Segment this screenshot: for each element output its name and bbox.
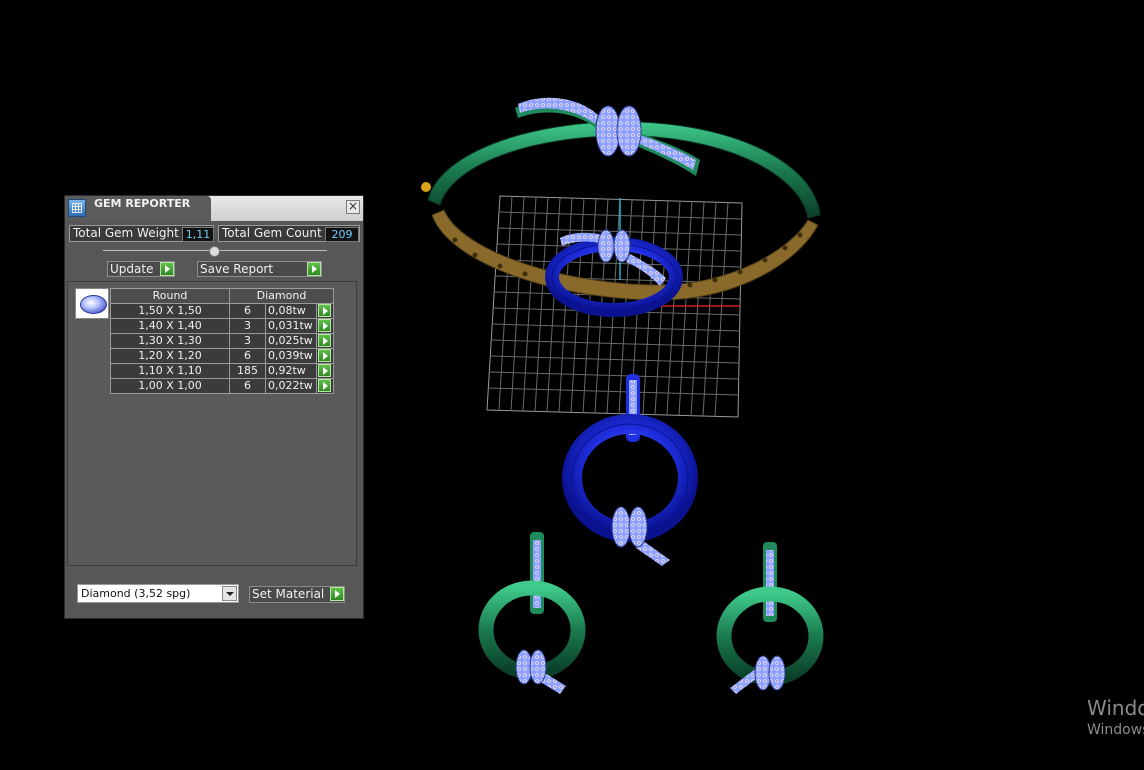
- total-gem-count-value: 209: [325, 227, 359, 242]
- row-go-button[interactable]: [316, 333, 334, 349]
- play-icon: [160, 262, 174, 276]
- left-earring[interactable]: [478, 532, 586, 694]
- save-report-button[interactable]: Save Report: [197, 261, 322, 277]
- chevron-down-icon[interactable]: [222, 586, 237, 601]
- total-gem-count-box: Total Gem Count 209: [218, 225, 360, 242]
- total-gem-weight-value: 1,11: [182, 227, 214, 242]
- set-material-label: Set Material: [252, 587, 325, 601]
- table-row: 1,30 X 1,30 3 0,025tw: [110, 333, 334, 349]
- material-select-value: Diamond (3,52 spg): [81, 587, 191, 600]
- gem-size: 1,20 X 1,20: [110, 348, 230, 364]
- table-header: Round Diamond: [110, 288, 334, 304]
- round-gem-image: [80, 295, 107, 314]
- gem-size: 1,40 X 1,40: [110, 318, 230, 334]
- blue-pendant[interactable]: [562, 374, 698, 566]
- gem-weight: 0,022tw: [265, 378, 317, 394]
- table-row: 1,50 X 1,50 6 0,08tw: [110, 303, 334, 319]
- table-row: 1,40 X 1,40 3 0,031tw: [110, 318, 334, 334]
- play-icon: [330, 587, 344, 601]
- close-icon: ×: [347, 199, 359, 213]
- gem-count: 6: [229, 378, 266, 394]
- header-shape: Round: [110, 288, 230, 304]
- gem-count: 6: [229, 348, 266, 364]
- total-gem-count-label: Total Gem Count: [222, 226, 322, 240]
- material-select[interactable]: Diamond (3,52 spg): [77, 584, 239, 603]
- gem-size: 1,30 X 1,30: [110, 333, 230, 349]
- row-go-button[interactable]: [316, 303, 334, 319]
- gem-weight: 0,039tw: [265, 348, 317, 364]
- row-go-button[interactable]: [316, 378, 334, 394]
- gem-weight: 0,025tw: [265, 333, 317, 349]
- slider-thumb[interactable]: [209, 246, 220, 257]
- table-row: 1,00 X 1,00 6 0,022tw: [110, 378, 334, 394]
- gem-count: 6: [229, 303, 266, 319]
- windows-watermark-line1: Windo: [1087, 696, 1144, 720]
- play-icon: [318, 349, 331, 362]
- play-icon: [318, 319, 331, 332]
- gem-table: Round Diamond 1,50 X 1,50 6 0,08tw 1,40 …: [110, 288, 334, 394]
- gem-list-area: Round Diamond 1,50 X 1,50 6 0,08tw 1,40 …: [67, 281, 357, 566]
- gem-count: 185: [229, 363, 266, 379]
- panel-title: GEM REPORTER: [94, 197, 191, 210]
- gem-weight: 0,92tw: [265, 363, 317, 379]
- update-label: Update: [110, 262, 154, 276]
- set-material-button[interactable]: Set Material: [249, 586, 345, 603]
- gem-count: 3: [229, 318, 266, 334]
- total-gem-weight-box: Total Gem Weight 1,11: [69, 225, 214, 242]
- gem-weight: 0,08tw: [265, 303, 317, 319]
- row-go-button[interactable]: [316, 318, 334, 334]
- windows-watermark-line2: Windows: [1087, 722, 1144, 738]
- title-bar[interactable]: GEM REPORTER ×: [65, 196, 363, 221]
- gem-size: 1,10 X 1,10: [110, 363, 230, 379]
- play-icon: [318, 379, 331, 392]
- right-earring[interactable]: [716, 542, 824, 694]
- row-go-button[interactable]: [316, 348, 334, 364]
- gem-size: 1,50 X 1,50: [110, 303, 230, 319]
- round-gem-icon[interactable]: [75, 288, 109, 319]
- save-report-label: Save Report: [200, 262, 274, 276]
- table-row: 1,10 X 1,10 185 0,92tw: [110, 363, 334, 379]
- play-icon: [318, 364, 331, 377]
- row-go-button[interactable]: [316, 363, 334, 379]
- table-row: 1,20 X 1,20 6 0,039tw: [110, 348, 334, 364]
- update-button[interactable]: Update: [107, 261, 175, 277]
- gem-size: 1,00 X 1,00: [110, 378, 230, 394]
- gem-weight: 0,031tw: [265, 318, 317, 334]
- title-tab: GEM REPORTER: [65, 196, 211, 221]
- play-icon: [318, 334, 331, 347]
- gem-reporter-app-icon: [68, 199, 86, 217]
- total-gem-weight-label: Total Gem Weight: [73, 226, 179, 240]
- play-icon: [318, 304, 331, 317]
- gem-count: 3: [229, 333, 266, 349]
- play-icon: [307, 262, 321, 276]
- gem-reporter-panel: GEM REPORTER × Total Gem Weight 1,11 Tot…: [64, 195, 364, 619]
- close-button[interactable]: ×: [346, 200, 360, 214]
- header-material: Diamond: [229, 288, 334, 304]
